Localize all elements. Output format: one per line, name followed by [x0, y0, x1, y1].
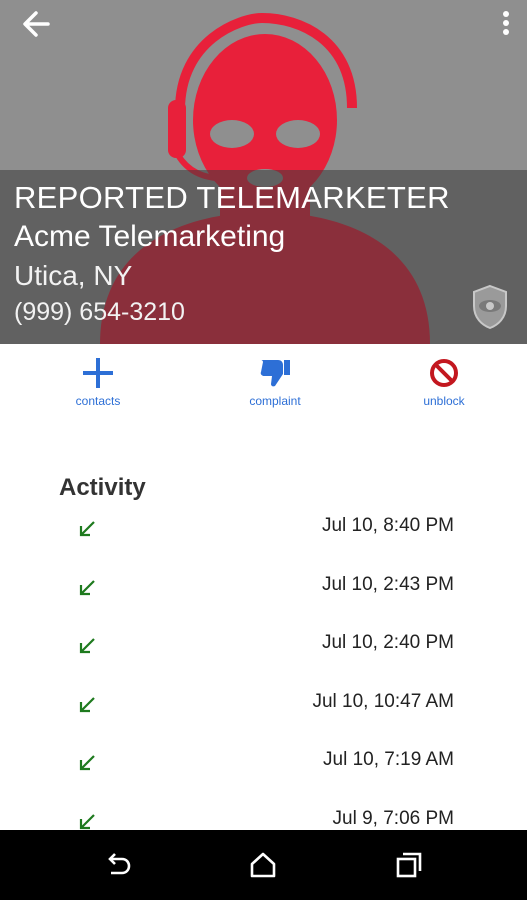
caller-status: REPORTED TELEMARKETER	[14, 180, 450, 215]
incoming-call-icon	[79, 697, 95, 713]
call-time: Jul 10, 2:40 PM	[321, 632, 454, 653]
action-bar: contacts complaint unblock	[0, 344, 527, 424]
back-arrow-icon[interactable]	[18, 6, 54, 42]
block-icon	[430, 359, 458, 387]
caller-header: REPORTED TELEMARKETER Acme Telemarketing…	[0, 0, 527, 344]
call-time: Jul 10, 8:40 PM	[321, 515, 454, 536]
activity-row[interactable]: Jul 9, 7:06 PM	[0, 793, 527, 830]
caller-phone: (999) 654-3210	[14, 298, 185, 326]
unblock-label: unblock	[423, 394, 465, 408]
contacts-button[interactable]: contacts	[38, 356, 158, 408]
activity-row[interactable]: Jul 10, 2:43 PM	[0, 559, 527, 617]
call-time: Jul 10, 10:47 AM	[312, 691, 454, 712]
activity-list: Jul 10, 8:40 PM Jul 10, 2:43 PM Jul 10, …	[0, 500, 527, 830]
call-time: Jul 10, 2:43 PM	[321, 574, 454, 595]
activity-row[interactable]: Jul 10, 8:40 PM	[0, 500, 527, 558]
activity-heading: Activity	[59, 474, 146, 501]
incoming-call-icon	[79, 755, 95, 771]
nav-recents-icon[interactable]	[394, 850, 424, 880]
thumbs-down-icon	[260, 360, 290, 387]
caller-location: Utica, NY	[14, 260, 133, 291]
overflow-menu-icon[interactable]	[497, 6, 515, 42]
complaint-label: complaint	[249, 394, 301, 408]
unblock-button[interactable]: unblock	[384, 356, 504, 408]
nav-home-icon[interactable]	[248, 850, 278, 880]
activity-row[interactable]: Jul 10, 2:40 PM	[0, 617, 527, 675]
call-time: Jul 9, 7:06 PM	[332, 808, 454, 829]
call-time: Jul 10, 7:19 AM	[323, 749, 454, 770]
incoming-call-icon	[79, 638, 95, 654]
contacts-label: contacts	[75, 394, 121, 408]
system-nav-bar	[0, 830, 527, 900]
activity-row[interactable]: Jul 10, 10:47 AM	[0, 676, 527, 734]
shield-eye-icon	[473, 284, 507, 330]
complaint-button[interactable]: complaint	[215, 356, 335, 408]
incoming-call-icon	[79, 521, 95, 537]
nav-back-icon[interactable]	[103, 850, 133, 880]
incoming-call-icon	[79, 580, 95, 596]
plus-icon	[83, 358, 113, 388]
activity-row[interactable]: Jul 10, 7:19 AM	[0, 734, 527, 792]
caller-company: Acme Telemarketing	[14, 220, 286, 253]
incoming-call-icon	[79, 814, 95, 830]
